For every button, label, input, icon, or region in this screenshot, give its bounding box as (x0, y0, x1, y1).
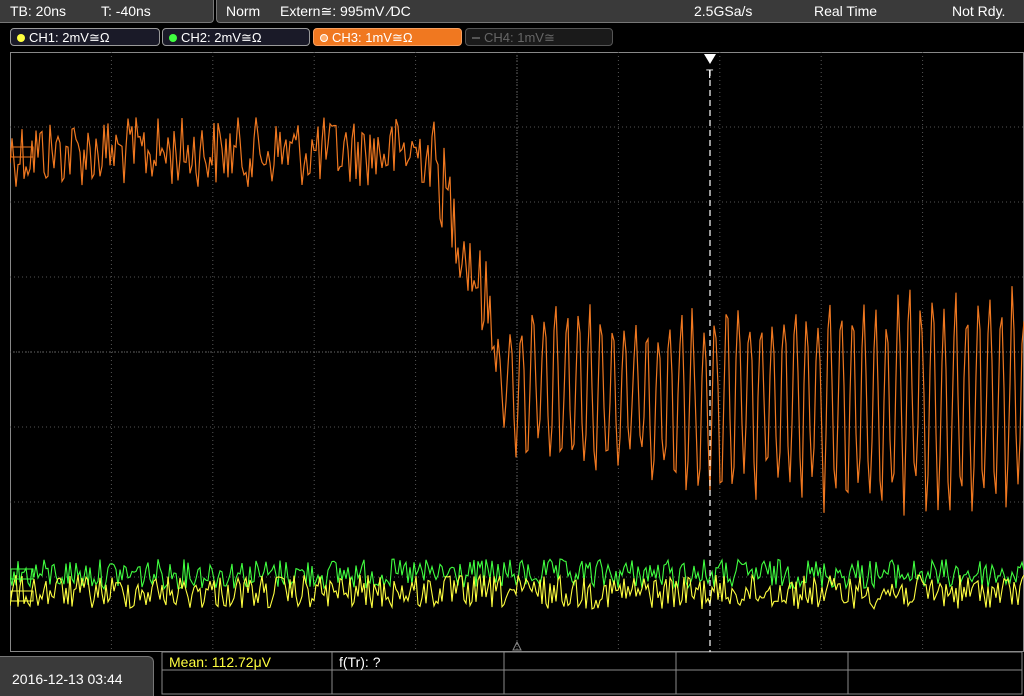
channel-1-color-dot (17, 34, 25, 42)
channel-2-label: CH2: 2mV≅Ω (181, 30, 262, 45)
channel-3-button[interactable]: CH3: 1mV≅Ω (313, 28, 462, 46)
trigger-source-label[interactable]: Extern≅: 995mV ⁄DC (280, 0, 411, 22)
trigger-time-label[interactable]: T: -40ns (101, 0, 151, 22)
channel-1-label: CH1: 2mV≅Ω (29, 30, 110, 45)
channel-1-level-marker-icon[interactable] (10, 590, 34, 602)
channel-3-color-dot (320, 34, 328, 42)
trigger-t-icon: T (706, 67, 714, 81)
waveform-svg[interactable]: T (10, 52, 1024, 652)
timebase-label[interactable]: TB: 20ns (10, 0, 66, 22)
date-time-label: 2016-12-13 03:44 (12, 671, 123, 687)
waveform-display[interactable]: T (10, 52, 1024, 652)
channel-4-off-icon (472, 37, 480, 39)
channel-4-label: CH4: 1mV≅ (484, 30, 555, 45)
channel-4-button[interactable]: CH4: 1mV≅ (465, 28, 613, 46)
channel-1-button[interactable]: CH1: 2mV≅Ω (10, 28, 160, 46)
channel-2-color-dot (169, 34, 177, 42)
sample-rate-label: 2.5GSa/s (694, 3, 753, 19)
rise-time-measurement[interactable]: f(Tr): ? (339, 654, 380, 670)
trigger-mode-label[interactable]: Norm (226, 0, 260, 22)
run-status-label: Not Rdy. (952, 3, 1006, 19)
channel-3-label: CH3: 1mV≅Ω (332, 30, 413, 45)
channel-2-button[interactable]: CH2: 2mV≅Ω (162, 28, 310, 46)
channel-3-level-marker-icon[interactable] (10, 146, 34, 158)
acquisition-mode-label[interactable]: Real Time (814, 0, 877, 22)
measurement-panel[interactable] (160, 652, 1024, 695)
mean-measurement[interactable]: Mean: 112.72μV (169, 654, 271, 670)
graticule (10, 52, 1024, 652)
trigger-position-marker-icon[interactable] (704, 54, 716, 64)
